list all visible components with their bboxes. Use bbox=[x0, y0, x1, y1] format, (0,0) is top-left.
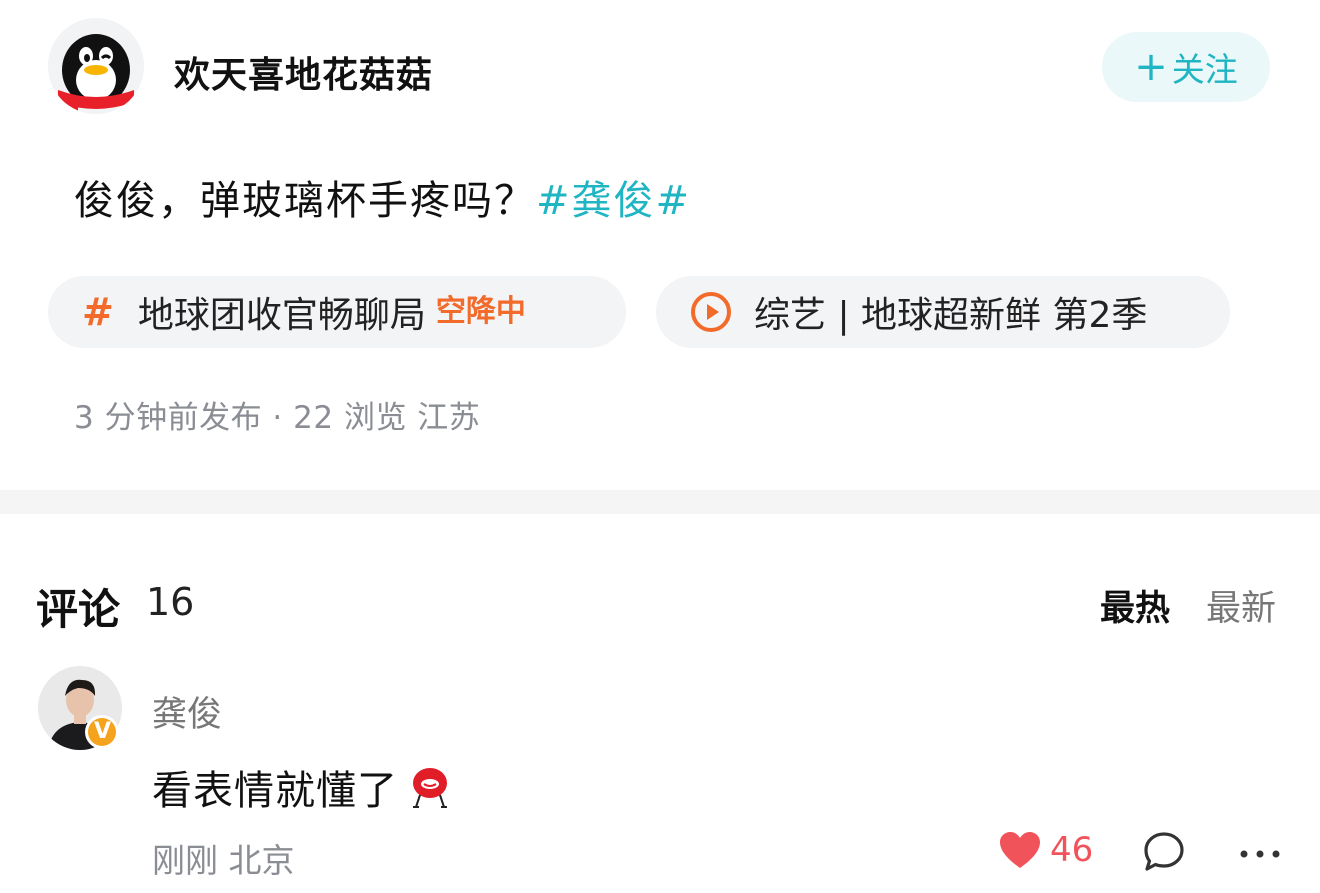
post-meta: 3 分钟前发布 · 22 浏览 江苏 bbox=[74, 400, 481, 436]
comment-time-location: 刚刚 北京 bbox=[152, 841, 295, 880]
author-avatar[interactable] bbox=[48, 18, 144, 114]
author-name[interactable]: 欢天喜地花菇菇 bbox=[174, 46, 433, 98]
topic-chip-label: 地球团收官畅聊局 bbox=[137, 295, 426, 336]
red-blob-sticker-icon bbox=[413, 768, 447, 808]
follow-button[interactable]: + 关注 bbox=[1102, 32, 1270, 102]
show-chip[interactable]: 综艺 | 地球超新鲜 第2季 bbox=[656, 276, 1230, 348]
like-button[interactable]: 46 bbox=[998, 830, 1093, 870]
post-hashtag-link[interactable]: #龚俊# bbox=[536, 178, 691, 224]
comment-reply-icon[interactable] bbox=[1142, 830, 1186, 874]
follow-label: 关注 bbox=[1171, 50, 1238, 89]
commenter-name[interactable]: 龚俊 bbox=[152, 686, 222, 737]
post-body: 俊俊，弹玻璃杯手疼吗？ bbox=[74, 178, 536, 224]
hash-icon: # bbox=[82, 290, 114, 334]
comment-text: 看表情就懂了 bbox=[152, 758, 454, 816]
heart-icon bbox=[1000, 832, 1040, 868]
comments-count: 16 bbox=[146, 580, 195, 624]
topic-chip[interactable]: # 地球团收官畅聊局 空降中 bbox=[48, 276, 626, 348]
commenter-avatar[interactable]: V bbox=[38, 666, 122, 750]
more-options-icon[interactable] bbox=[1238, 848, 1282, 860]
sort-hot-tab[interactable]: 最热 bbox=[1100, 580, 1170, 631]
commenter-photo-icon bbox=[38, 666, 122, 750]
play-circle-icon bbox=[691, 292, 731, 332]
show-chip-label: 综艺 | 地球超新鲜 第2季 bbox=[754, 295, 1148, 336]
sort-new-tab[interactable]: 最新 bbox=[1206, 580, 1276, 631]
verified-badge: V bbox=[94, 719, 112, 744]
comments-title: 评论 bbox=[36, 585, 121, 634]
plus-icon: + bbox=[1134, 44, 1168, 90]
topic-chip-badge: 空降中 bbox=[435, 294, 526, 329]
like-count: 46 bbox=[1050, 830, 1094, 870]
qq-penguin-avatar-icon bbox=[48, 18, 144, 114]
post-text: 俊俊，弹玻璃杯手疼吗？#龚俊# bbox=[74, 168, 691, 226]
comment-body: 看表情就懂了 bbox=[152, 768, 398, 814]
section-divider bbox=[0, 490, 1320, 514]
